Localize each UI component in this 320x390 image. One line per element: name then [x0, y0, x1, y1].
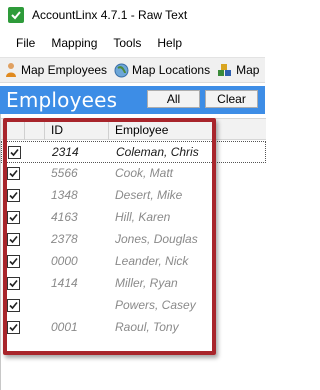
table-row[interactable]: 0001 Raoul, Tony: [1, 317, 266, 339]
row-employee: Miller, Ryan: [115, 276, 178, 290]
header-employee[interactable]: Employee: [109, 119, 266, 140]
blocks-icon: [218, 63, 232, 76]
row-checkbox[interactable]: [7, 277, 20, 290]
menu-help[interactable]: Help: [149, 36, 190, 50]
row-checkbox[interactable]: [7, 299, 20, 312]
row-id: 5566: [51, 166, 78, 180]
header-id[interactable]: ID: [45, 119, 109, 140]
row-id: 1348: [51, 188, 78, 202]
row-id: 1414: [51, 276, 78, 290]
row-employee: Coleman, Chris: [116, 145, 199, 159]
employee-grid: ID Employee 2314 Coleman, Chris 5566 Cook, …: [0, 114, 266, 390]
clear-button[interactable]: Clear: [205, 90, 258, 108]
table-row[interactable]: 0000 Leander, Nick: [1, 251, 266, 273]
menu-file[interactable]: File: [8, 36, 43, 50]
row-id: 2378: [51, 232, 78, 246]
map-third-button[interactable]: Map: [217, 63, 259, 78]
app-icon: [8, 7, 24, 23]
map-employees-button[interactable]: Map Employees: [4, 62, 107, 78]
header-check-column[interactable]: [1, 119, 25, 140]
person-icon: [6, 63, 16, 77]
menu-tools[interactable]: Tools: [105, 36, 149, 50]
map-employees-label: Map Employees: [21, 63, 108, 77]
panel-title: Employees: [6, 88, 118, 112]
map-third-label: Map: [236, 63, 260, 77]
row-employee: Hill, Karen: [115, 210, 171, 224]
globe-icon: [114, 63, 129, 77]
window-title: AccountLinx 4.7.1 - Raw Text: [32, 8, 188, 22]
row-id: 0000: [51, 254, 78, 268]
table-row[interactable]: 2314 Coleman, Chris: [1, 141, 266, 163]
row-employee: Cook, Matt: [115, 166, 174, 180]
grid-header: ID Employee: [1, 118, 266, 140]
select-all-button[interactable]: All: [147, 90, 200, 108]
menu-mapping[interactable]: Mapping: [43, 36, 105, 50]
table-row[interactable]: Powers, Casey: [1, 295, 266, 317]
row-employee: Raoul, Tony: [115, 320, 179, 334]
toolbar: Map Employees Map Locations Map: [0, 57, 265, 83]
header-blank-column: [25, 119, 45, 140]
employees-header: Employees All Clear: [0, 86, 265, 114]
row-employee: Leander, Nick: [115, 254, 189, 268]
row-checkbox[interactable]: [7, 211, 20, 224]
row-id: 0001: [51, 320, 78, 334]
map-locations-label: Map Locations: [132, 63, 211, 77]
row-employee: Desert, Mike: [115, 188, 183, 202]
map-locations-button[interactable]: Map Locations: [114, 63, 210, 78]
row-checkbox[interactable]: [7, 189, 20, 202]
table-row[interactable]: 2378 Jones, Douglas: [1, 229, 266, 251]
row-id: 2314: [52, 145, 79, 159]
row-checkbox[interactable]: [8, 146, 21, 159]
table-row[interactable]: 5566 Cook, Matt: [1, 163, 266, 185]
menu-bar: File Mapping Tools Help: [0, 32, 265, 54]
row-checkbox[interactable]: [7, 255, 20, 268]
row-employee: Jones, Douglas: [115, 232, 198, 246]
row-id: 4163: [51, 210, 78, 224]
row-checkbox[interactable]: [7, 233, 20, 246]
table-row[interactable]: 4163 Hill, Karen: [1, 207, 266, 229]
row-checkbox[interactable]: [7, 321, 20, 334]
row-checkbox[interactable]: [7, 167, 20, 180]
title-bar: AccountLinx 4.7.1 - Raw Text: [0, 0, 265, 30]
table-row[interactable]: 1348 Desert, Mike: [1, 185, 266, 207]
table-row[interactable]: 1414 Miller, Ryan: [1, 273, 266, 295]
row-employee: Powers, Casey: [115, 298, 196, 312]
